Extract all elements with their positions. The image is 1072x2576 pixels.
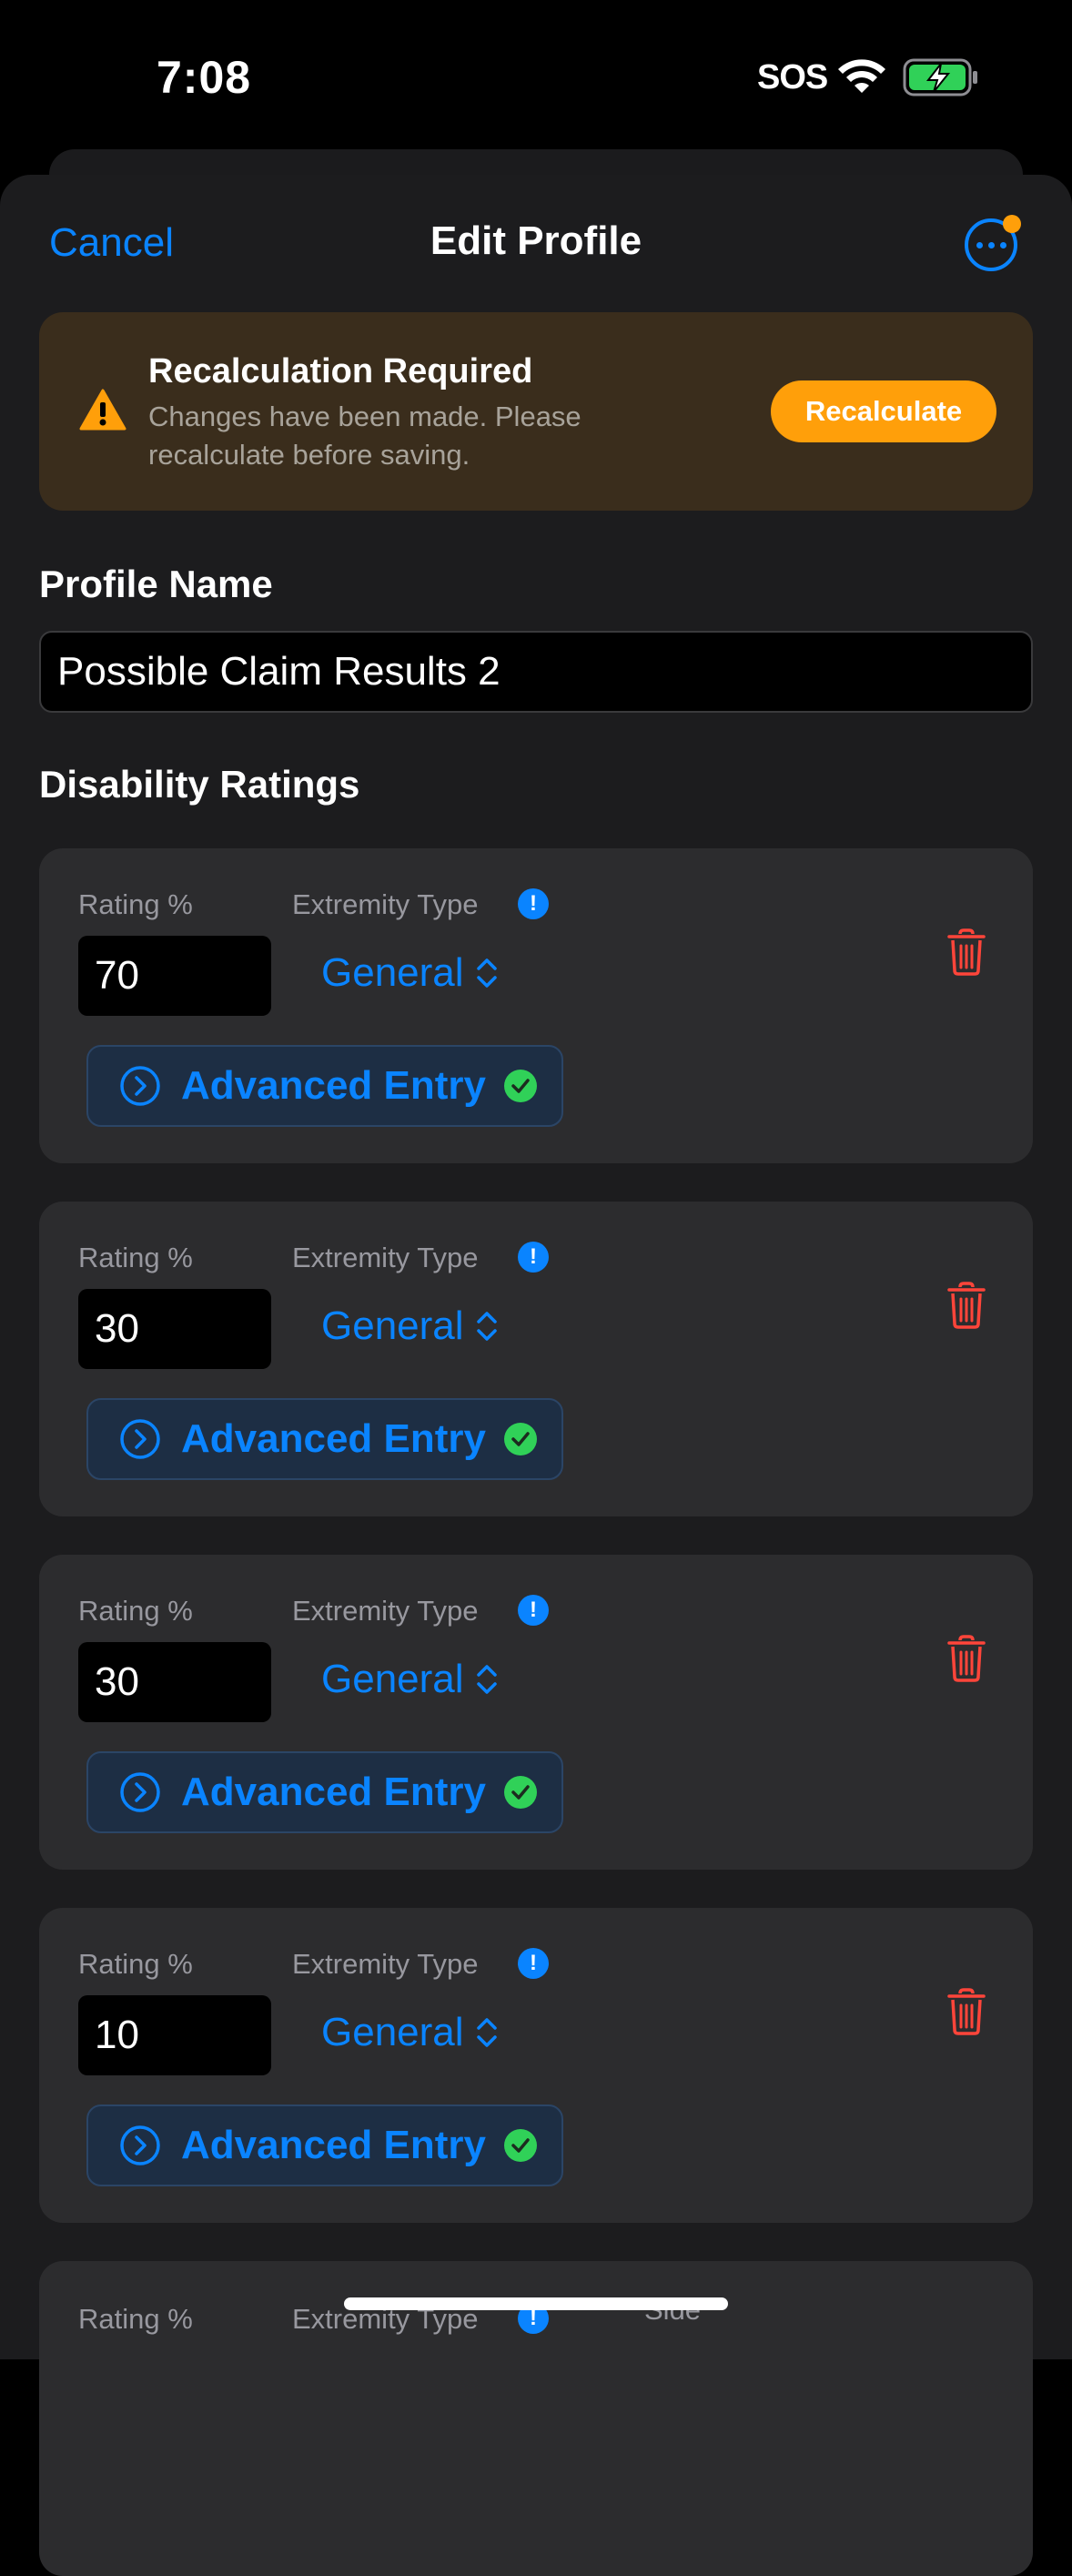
trash-icon[interactable]: [947, 1282, 986, 1329]
extremity-type-label: Extremity Type: [292, 1242, 479, 1273]
checkmark-circle-icon: [503, 1423, 537, 1455]
chevron-up-down-icon: [476, 1665, 497, 1694]
chevron-right-circle-icon: [120, 1419, 160, 1459]
advanced-entry-button[interactable]: Advanced Entry: [86, 1398, 563, 1480]
rating-percent-input[interactable]: [78, 1642, 271, 1722]
chevron-right-circle-icon: [120, 1772, 160, 1812]
info-icon[interactable]: !: [518, 888, 549, 919]
advanced-entry-button[interactable]: Advanced Entry: [86, 2104, 563, 2186]
extremity-type-value: General: [321, 1303, 464, 1348]
rating-percent-input[interactable]: [78, 1995, 271, 2075]
trash-icon[interactable]: [947, 1635, 986, 1682]
alert-message: Changes have been made. Please recalcula…: [148, 401, 582, 471]
wifi-icon: [838, 59, 885, 93]
more-options-button[interactable]: [965, 215, 1021, 271]
chevron-right-circle-icon: [120, 2125, 160, 2165]
rating-card-2: Rating % Extremity Type ! General Advanc…: [39, 1202, 1033, 1516]
sos-indicator: SOS: [757, 58, 828, 96]
rating-percent-label: Rating %: [78, 1242, 193, 1273]
battery-charging-icon: [903, 58, 977, 96]
advanced-entry-label: Advanced Entry: [181, 1416, 486, 1461]
checkmark-circle-icon: [503, 1776, 537, 1809]
rating-percent-label: Rating %: [78, 1948, 193, 1980]
advanced-entry-button[interactable]: Advanced Entry: [86, 1045, 563, 1127]
advanced-entry-label: Advanced Entry: [181, 1063, 486, 1108]
profile-name-input[interactable]: [39, 631, 1033, 713]
notification-badge: [1003, 215, 1021, 233]
home-indicator: [344, 2297, 728, 2310]
trash-icon[interactable]: [947, 1988, 986, 2035]
chevron-right-circle-icon: [120, 1066, 160, 1106]
disability-ratings-label: Disability Ratings: [39, 763, 360, 806]
profile-name-label: Profile Name: [39, 563, 273, 605]
extremity-type-picker[interactable]: General: [321, 2010, 499, 2055]
chevron-up-down-icon: [476, 958, 497, 988]
checkmark-circle-icon: [503, 2129, 537, 2162]
info-icon[interactable]: !: [518, 1595, 549, 1626]
rating-percent-label: Rating %: [78, 888, 193, 920]
status-bar: 7:08 SOS: [0, 0, 1072, 155]
rating-percent-label: Rating %: [78, 1595, 193, 1627]
extremity-type-value: General: [321, 950, 464, 995]
rating-card-3: Rating % Extremity Type ! General Advanc…: [39, 1555, 1033, 1870]
rating-card-4: Rating % Extremity Type ! General Advanc…: [39, 1908, 1033, 2223]
checkmark-circle-icon: [503, 1070, 537, 1102]
advanced-entry-label: Advanced Entry: [181, 2123, 486, 2167]
rating-percent-label: Rating %: [78, 2303, 193, 2335]
extremity-type-label: Extremity Type: [292, 1948, 479, 1980]
recalculation-alert: Recalculation Required Changes have been…: [39, 312, 1033, 511]
chevron-up-down-icon: [476, 1312, 497, 1341]
warning-icon: [79, 389, 126, 431]
recalculate-button[interactable]: Recalculate: [771, 380, 996, 442]
extremity-type-value: General: [321, 2010, 464, 2054]
alert-title: Recalculation Required: [148, 352, 533, 390]
page-title: Edit Profile: [430, 218, 642, 263]
extremity-type-label: Extremity Type: [292, 1595, 479, 1627]
info-icon[interactable]: !: [518, 1242, 549, 1273]
info-icon[interactable]: !: [518, 1948, 549, 1979]
extremity-type-picker[interactable]: General: [321, 1657, 499, 1702]
extremity-type-label: Extremity Type: [292, 888, 479, 920]
extremity-type-picker[interactable]: General: [321, 1303, 499, 1349]
advanced-entry-button[interactable]: Advanced Entry: [86, 1751, 563, 1833]
status-time: 7:08: [157, 52, 252, 103]
trash-icon[interactable]: [947, 928, 986, 976]
advanced-entry-label: Advanced Entry: [181, 1770, 486, 1814]
rating-percent-input[interactable]: [78, 936, 271, 1016]
extremity-type-picker[interactable]: General: [321, 950, 499, 996]
extremity-type-value: General: [321, 1657, 464, 1701]
rating-percent-input[interactable]: [78, 1289, 271, 1369]
chevron-up-down-icon: [476, 2018, 497, 2047]
rating-card-1: Rating % Extremity Type ! General Advanc…: [39, 848, 1033, 1163]
